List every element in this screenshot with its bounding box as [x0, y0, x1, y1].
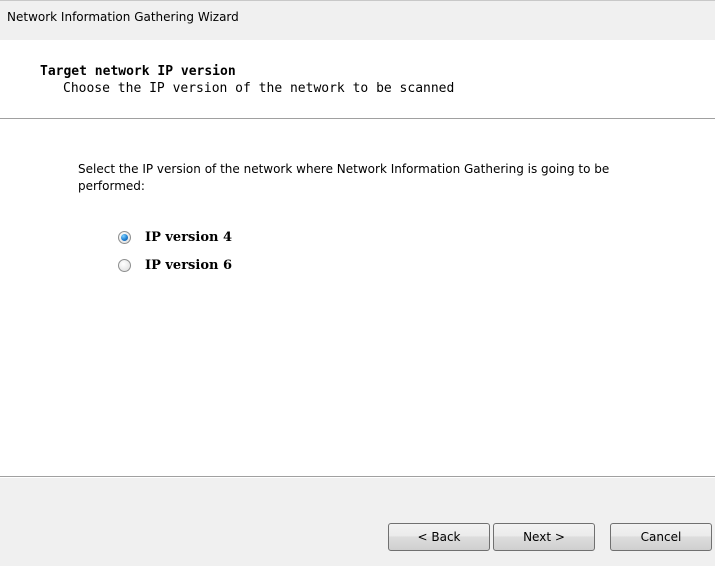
next-button[interactable]: Next >	[493, 523, 595, 551]
wizard-content: Select the IP version of the network whe…	[0, 120, 715, 476]
title-bar[interactable]: Network Information Gathering Wizard	[0, 0, 715, 40]
radio-ipv6-label[interactable]: IP version 6	[145, 258, 232, 273]
cancel-button[interactable]: Cancel	[610, 523, 712, 551]
radio-ipv4-label[interactable]: IP version 4	[145, 230, 232, 245]
radio-ipv4[interactable]	[118, 231, 131, 244]
instruction-text: Select the IP version of the network whe…	[78, 162, 610, 193]
wizard-header: Target network IP version Choose the IP …	[0, 40, 715, 118]
radio-ipv4-option[interactable]: IP version 4	[118, 230, 232, 245]
page-subtitle: Choose the IP version of the network to …	[63, 81, 455, 96]
back-button[interactable]: < Back	[388, 523, 490, 551]
window-title: Network Information Gathering Wizard	[7, 10, 239, 24]
radio-ipv6[interactable]	[118, 259, 131, 272]
radio-ipv6-option[interactable]: IP version 6	[118, 258, 232, 273]
wizard-footer: < Back Next > Cancel	[0, 478, 715, 566]
page-title: Target network IP version	[40, 64, 236, 79]
